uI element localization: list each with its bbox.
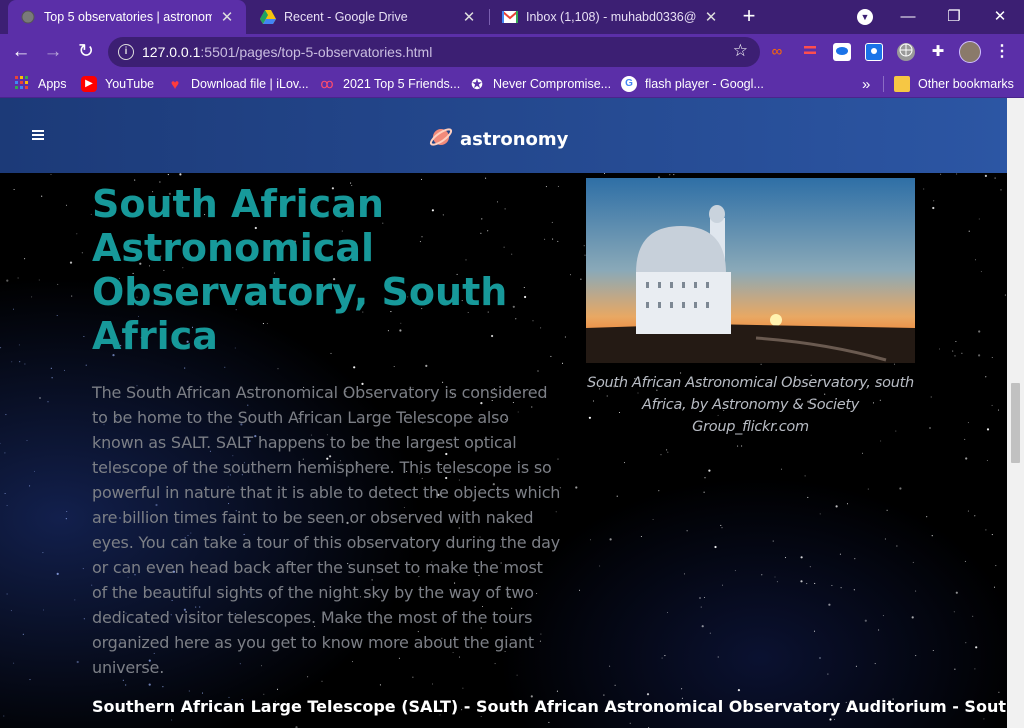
hamburger-menu-icon[interactable] <box>32 130 44 140</box>
tab-title: Inbox (1,108) - muhabd0336@gm <box>526 10 696 24</box>
tab-title: Recent - Google Drive <box>284 10 408 24</box>
address-bar[interactable]: i 127.0.0.1:5501/pages/top-5-observatori… <box>108 37 760 67</box>
new-tab-button[interactable]: + <box>738 5 760 29</box>
infinity-extension-icon[interactable]: ∞ <box>768 43 786 61</box>
reload-icon[interactable]: ↻ <box>75 41 97 63</box>
cherries-icon: ꝏ <box>320 76 334 91</box>
heart-icon: ♥ <box>170 76 180 92</box>
site-logo[interactable]: astronomy <box>428 124 568 155</box>
close-tab-icon[interactable]: ✕ <box>702 8 720 26</box>
page-title: South African Astronomical Observatory, … <box>92 182 508 358</box>
section-subheading: Southern African Large Telescope (SALT) … <box>92 697 1007 716</box>
screen-capture-extension-icon[interactable] <box>865 43 883 61</box>
observatory-description: The South African Astronomical Observato… <box>92 383 561 677</box>
bookmark-youtube[interactable]: ▶ YouTube <box>81 75 154 93</box>
tab-search-icon[interactable]: ▼ <box>857 9 873 25</box>
bookmark-label: Never Compromise... <box>493 77 612 91</box>
back-arrow-icon[interactable]: ← <box>10 41 32 63</box>
google-icon: G <box>621 76 637 92</box>
observatory-photo <box>586 178 915 363</box>
folder-icon <box>894 76 910 92</box>
profile-avatar[interactable] <box>959 41 981 63</box>
bookmarks-overflow-button[interactable]: » <box>862 75 870 93</box>
youtube-icon: ▶ <box>81 76 97 92</box>
scrollbar-thumb[interactable] <box>1011 383 1020 463</box>
cloud-extension-icon[interactable] <box>833 43 851 61</box>
bookmark-label: Download file | iLov... <box>191 77 309 91</box>
globe-extension-icon[interactable] <box>897 43 915 61</box>
page-viewport: astronomy South African Astronomical Obs… <box>0 98 1007 728</box>
shield-star-icon: ✪ <box>471 76 483 92</box>
tab-google-drive[interactable]: Recent - Google Drive ✕ <box>248 0 488 34</box>
bookmark-label: 2021 Top 5 Friends... <box>343 77 461 91</box>
equals-extension-icon[interactable] <box>801 43 819 61</box>
bookmark-flash-player[interactable]: G flash player - Googl... <box>621 75 764 93</box>
restore-button[interactable]: ❐ <box>934 4 974 30</box>
bookmark-ilovepdf[interactable]: ♥ Download file | iLov... <box>167 75 309 93</box>
bookmark-label: YouTube <box>105 77 155 91</box>
gmail-icon <box>502 9 518 25</box>
site-info-icon[interactable]: i <box>118 44 134 60</box>
url-text[interactable]: 127.0.0.1:5501/pages/top-5-observatories… <box>142 44 432 60</box>
bookmarks-bar: Apps ▶ YouTube ♥ Download file | iLov...… <box>0 70 1024 98</box>
other-bookmarks-label: Other bookmarks <box>918 77 1014 91</box>
browser-toolbar: ← → ↻ i 127.0.0.1:5501/pages/top-5-obser… <box>0 34 1024 70</box>
close-tab-icon[interactable]: ✕ <box>218 8 236 26</box>
planet-icon <box>428 124 454 155</box>
tab-top-5-observatories[interactable]: Top 5 observatories | astronomy ✕ <box>8 0 246 34</box>
bookmark-label: flash player - Googl... <box>645 77 764 91</box>
google-drive-icon <box>260 9 276 25</box>
bookmark-label: Apps <box>38 77 67 91</box>
close-tab-icon[interactable]: ✕ <box>460 8 478 26</box>
bookmark-top-5-friends[interactable]: ꝏ 2021 Top 5 Friends... <box>319 75 460 93</box>
tab-gmail-inbox[interactable]: Inbox (1,108) - muhabd0336@gm ✕ <box>490 0 730 34</box>
forward-arrow-icon[interactable]: → <box>42 41 64 63</box>
tab-strip: Top 5 observatories | astronomy ✕ Recent… <box>0 0 1024 34</box>
tab-title: Top 5 observatories | astronomy <box>44 10 212 24</box>
bookmarks-separator <box>883 76 884 92</box>
vertical-scrollbar[interactable] <box>1007 98 1024 728</box>
bookmark-apps[interactable]: Apps <box>14 75 67 93</box>
apps-grid-icon <box>14 76 30 92</box>
photo-caption: South African Astronomical Observatory, … <box>587 375 914 435</box>
bookmark-star-icon[interactable]: ☆ <box>733 41 748 61</box>
close-window-button[interactable]: ✕ <box>980 4 1020 30</box>
url-host: 127.0.0.1 <box>142 44 201 60</box>
brand-name: astronomy <box>460 129 569 150</box>
other-bookmarks[interactable]: Other bookmarks <box>894 75 1014 93</box>
bookmark-never-compromise[interactable]: ✪ Never Compromise... <box>469 75 611 93</box>
url-path: :5501/pages/top-5-observatories.html <box>200 44 433 60</box>
menu-dots-icon[interactable]: ⋮ <box>993 43 1011 61</box>
puzzle-extensions-icon[interactable]: ✚ <box>929 43 947 61</box>
site-navbar: astronomy <box>0 98 1007 173</box>
globe-icon <box>20 9 36 25</box>
minimize-button[interactable]: — <box>888 4 928 30</box>
